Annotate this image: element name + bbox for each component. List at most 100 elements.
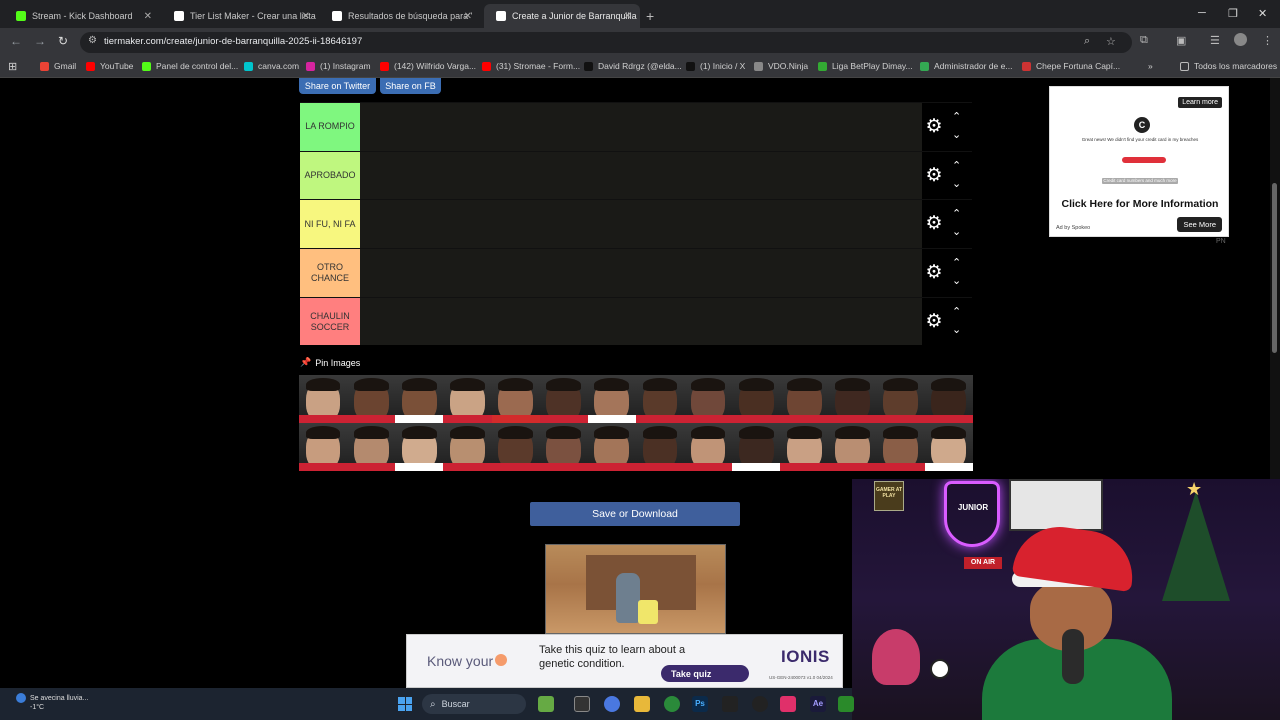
all-bookmarks-folder[interactable]: Todos los marcadores — [1180, 61, 1277, 71]
player-card[interactable] — [732, 423, 781, 471]
player-card[interactable] — [539, 423, 588, 471]
ad-right-panel[interactable]: Learn more C Great news! We didn't find … — [1049, 86, 1229, 237]
browser-tab[interactable]: Create a Junior de Barranquilla ✕ — [484, 4, 640, 28]
chevron-down-icon[interactable]: ⌄ — [952, 227, 961, 238]
bookmark-item[interactable]: (31) Stromae - Form... — [482, 61, 580, 71]
chevron-up-icon[interactable]: ⌃ — [952, 306, 961, 317]
player-card[interactable] — [828, 375, 877, 423]
close-tab-icon[interactable]: ✕ — [464, 11, 472, 22]
player-card[interactable] — [539, 375, 588, 423]
bookmark-item[interactable]: David Rdrgz (@elda... — [584, 61, 682, 71]
bookmark-item[interactable]: YouTube — [86, 61, 133, 71]
player-card[interactable] — [299, 375, 348, 423]
minimize-icon[interactable]: ─ — [1198, 7, 1206, 19]
close-tab-icon[interactable]: ✕ — [144, 11, 152, 22]
maximize-icon[interactable]: ❐ — [1228, 7, 1238, 20]
profile-avatar[interactable] — [1234, 33, 1247, 46]
player-card[interactable] — [491, 423, 540, 471]
chrome-icon[interactable] — [664, 696, 680, 712]
tier-label[interactable]: APROBADO — [300, 151, 360, 200]
close-tab-icon[interactable]: ✕ — [302, 11, 310, 22]
player-card[interactable] — [395, 375, 444, 423]
player-card[interactable] — [635, 423, 684, 471]
tier-drop-zone[interactable] — [360, 249, 922, 297]
tier-drop-zone[interactable] — [360, 151, 922, 200]
address-bar[interactable]: ⚙ tiermaker.com/create/junior-de-barranq… — [80, 32, 1132, 53]
chevron-down-icon[interactable]: ⌄ — [952, 324, 961, 335]
tier-label[interactable]: OTRO CHANCE — [300, 249, 360, 297]
player-card[interactable] — [876, 375, 925, 423]
copilot-icon[interactable] — [604, 696, 620, 712]
player-card[interactable] — [587, 423, 636, 471]
zoom-icon[interactable]: ⌕ — [1084, 35, 1090, 48]
url-text[interactable]: tiermaker.com/create/junior-de-barranqui… — [104, 36, 362, 47]
player-card[interactable] — [780, 375, 829, 423]
photoshop-icon[interactable]: Ps — [692, 696, 708, 712]
chevron-up-icon[interactable]: ⌃ — [952, 160, 961, 171]
scrollbar-thumb[interactable] — [1272, 183, 1277, 353]
bookmark-item[interactable]: VDO.Ninja — [754, 61, 808, 71]
browser-tab[interactable]: Resultados de búsqueda para ' ✕ — [320, 4, 480, 28]
chevron-down-icon[interactable]: ⌄ — [952, 178, 961, 189]
player-card[interactable] — [684, 375, 733, 423]
player-card[interactable] — [347, 375, 396, 423]
close-window-icon[interactable]: ✕ — [1258, 7, 1267, 20]
player-card[interactable] — [443, 375, 492, 423]
share-facebook-button[interactable]: Share on FB — [380, 78, 441, 94]
chevron-down-icon[interactable]: ⌄ — [952, 276, 961, 287]
gear-icon[interactable]: ⚙ — [924, 165, 944, 186]
browser-tab[interactable]: Tier List Maker - Crear una lista ✕ — [162, 4, 318, 28]
player-card[interactable] — [635, 375, 684, 423]
player-card[interactable] — [780, 423, 829, 471]
extensions-icon[interactable]: ⧉ — [1140, 34, 1148, 47]
menu-icon[interactable]: ⋮ — [1262, 34, 1273, 47]
learn-more-button[interactable]: Learn more — [1178, 97, 1222, 108]
tier-label[interactable]: LA ROMPIO — [300, 103, 360, 151]
bookmark-item[interactable]: Gmail — [40, 61, 76, 71]
task-view-icon[interactable] — [574, 696, 590, 712]
bookmark-star-icon[interactable]: ☆ — [1106, 35, 1116, 48]
player-card[interactable] — [876, 423, 925, 471]
gear-icon[interactable]: ⚙ — [924, 214, 944, 234]
gift-icon[interactable] — [538, 696, 554, 712]
player-card[interactable] — [395, 423, 444, 471]
player-card[interactable] — [924, 375, 973, 423]
player-card[interactable] — [347, 423, 396, 471]
player-card[interactable] — [587, 375, 636, 423]
ad-image[interactable] — [545, 544, 726, 634]
weather-widget[interactable]: Se avecina lluvia... -1°C — [16, 693, 88, 712]
nvidia-icon[interactable] — [838, 696, 854, 712]
save-download-button[interactable]: Save or Download — [530, 502, 740, 526]
chevron-up-icon[interactable]: ⌃ — [952, 258, 961, 269]
pin-images-toggle[interactable]: 📌 Pin Images — [300, 357, 360, 368]
chevron-up-icon[interactable]: ⌃ — [952, 209, 961, 220]
back-icon[interactable]: ← — [10, 34, 22, 48]
apps-icon[interactable]: ⊞ — [8, 60, 17, 73]
after-effects-icon[interactable]: Ae — [810, 696, 826, 712]
bookmark-item[interactable]: Panel de control del... — [142, 61, 238, 71]
ad-banner-bottom[interactable]: Know your Take this quiz to learn about … — [406, 634, 843, 688]
bookmark-item[interactable]: canva.com — [244, 61, 299, 71]
player-card[interactable] — [924, 423, 973, 471]
taskbar-search[interactable]: ⌕ Buscar — [422, 694, 526, 714]
player-card[interactable] — [684, 423, 733, 471]
player-card[interactable] — [491, 375, 540, 423]
new-tab-button[interactable]: + — [640, 4, 660, 28]
gear-icon[interactable]: ⚙ — [924, 117, 944, 137]
player-card[interactable] — [828, 423, 877, 471]
reload-icon[interactable]: ↻ — [58, 34, 68, 48]
player-card[interactable] — [443, 423, 492, 471]
close-tab-icon[interactable]: ✕ — [624, 11, 632, 22]
tier-label[interactable]: NI FU, NI FA — [300, 200, 360, 249]
media-icon[interactable]: ▣ — [1176, 34, 1186, 47]
bookmark-item[interactable]: Liga BetPlay Dimay... — [818, 61, 913, 71]
tier-label[interactable]: CHAULIN SOCCER — [300, 297, 360, 346]
player-card[interactable] — [299, 423, 348, 471]
chevron-up-icon[interactable]: ⌃ — [952, 112, 961, 123]
tiktok-icon[interactable] — [780, 696, 796, 712]
bookmark-item[interactable]: (142) Wilfrido Varga... — [380, 61, 476, 71]
site-info-icon[interactable]: ⚙ — [88, 35, 97, 46]
tier-drop-zone[interactable] — [360, 200, 922, 249]
bookmark-item[interactable]: (1) Instagram — [306, 61, 371, 71]
bookmarks-overflow-icon[interactable]: » — [1148, 61, 1153, 71]
